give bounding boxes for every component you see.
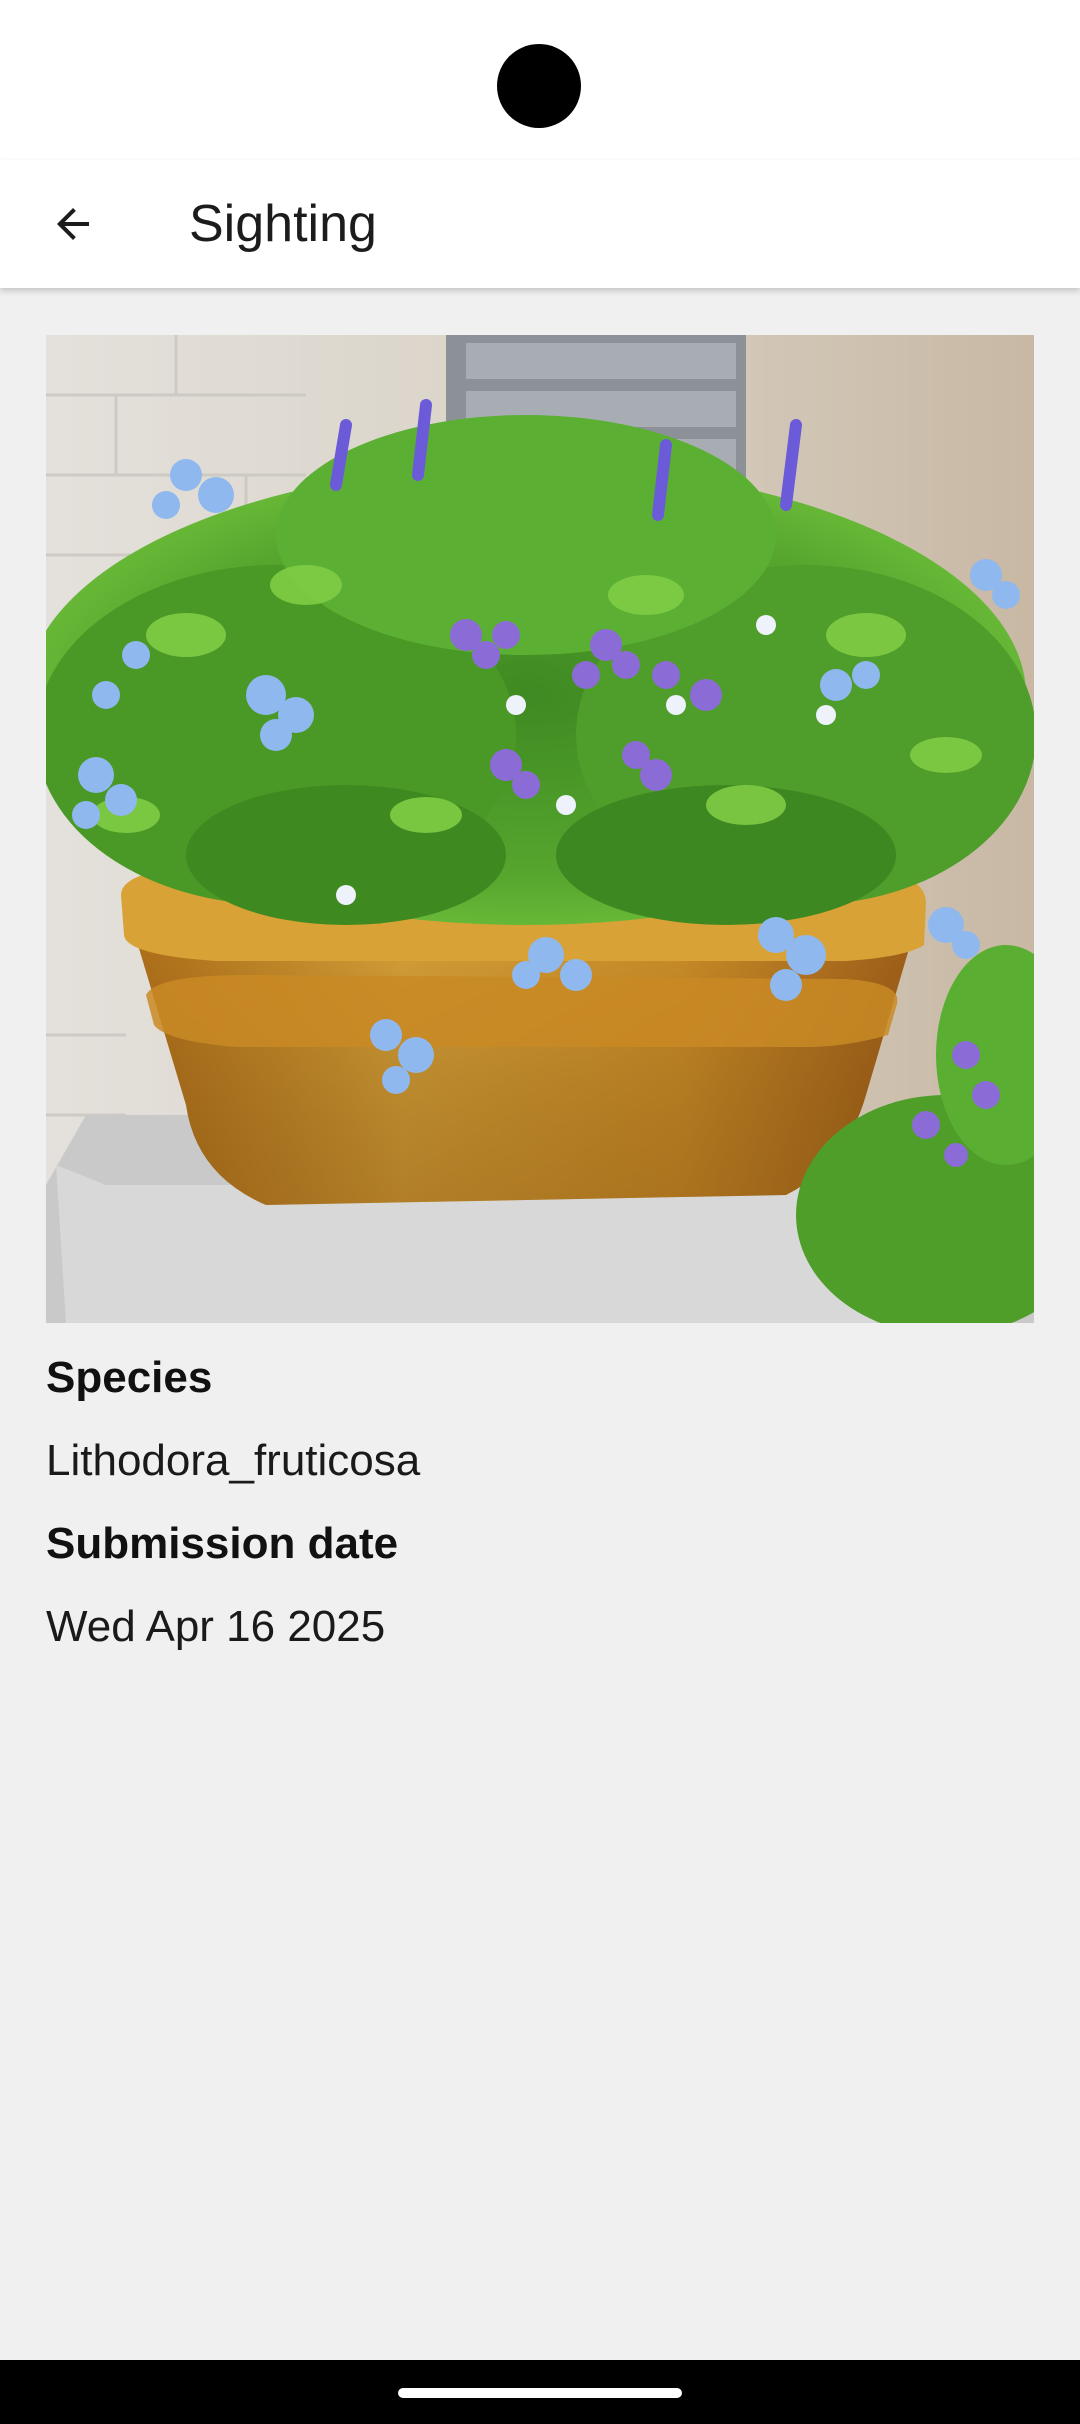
- page-title: Sighting: [189, 195, 377, 253]
- submission-date-value: Wed Apr 16 2025: [46, 1602, 386, 1651]
- status-bar: [0, 0, 1080, 160]
- flower-pot-photo: [46, 335, 1034, 1323]
- navigation-bar: [0, 2360, 1080, 2424]
- sighting-photo: [46, 335, 1034, 1323]
- home-indicator[interactable]: [398, 2388, 682, 2398]
- species-value: Lithodora_fruticosa: [46, 1436, 421, 1485]
- app-bar: Sighting: [0, 160, 1080, 288]
- arrow-back-icon: [57, 208, 89, 240]
- back-button[interactable]: [28, 182, 118, 266]
- camera-cutout: [497, 44, 581, 128]
- submission-date-label: Submission date: [46, 1519, 399, 1568]
- screen: Sighting Species Lithodora_fruticosa Sub…: [0, 0, 1080, 2424]
- species-label: Species: [46, 1353, 213, 1402]
